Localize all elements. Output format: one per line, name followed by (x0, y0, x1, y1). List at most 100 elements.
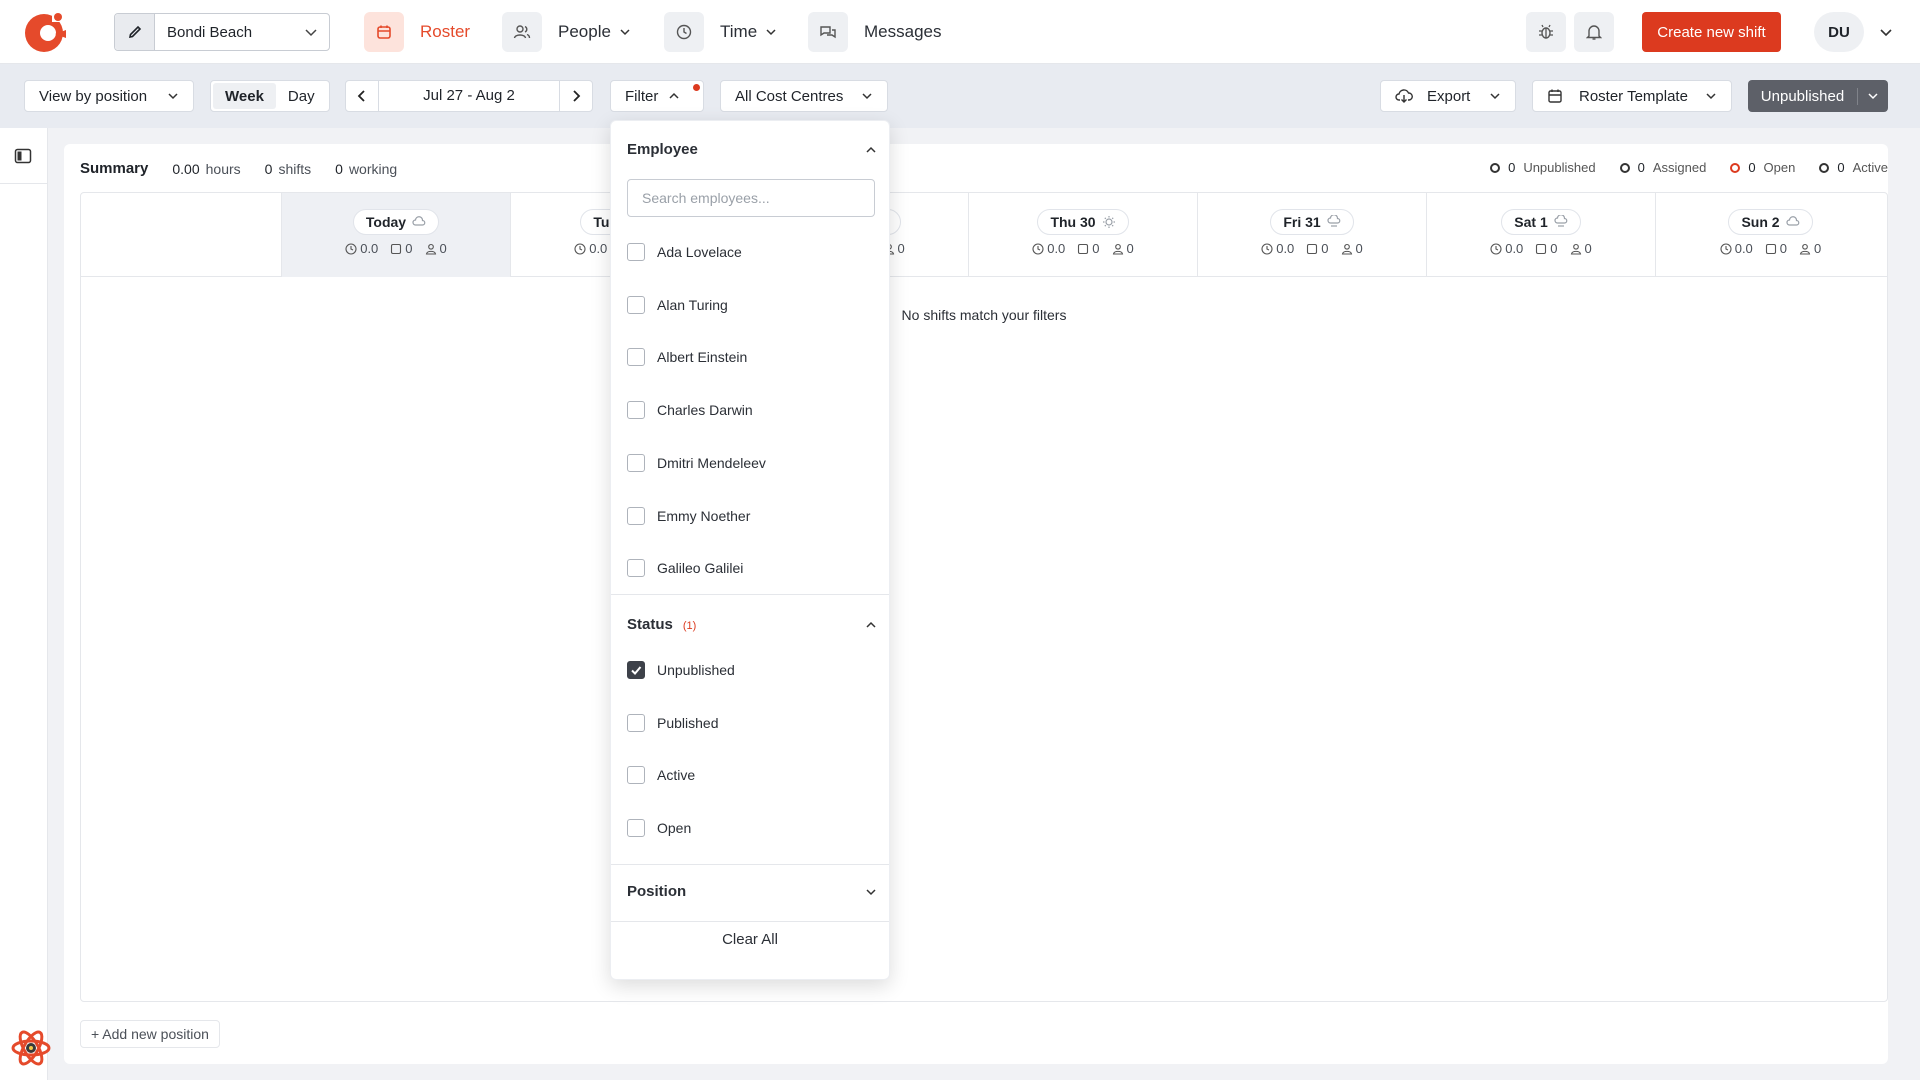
day-column-header[interactable]: Today 0.0 0 0 (281, 193, 510, 277)
react-devtools-icon[interactable] (10, 1027, 52, 1069)
status-section-header[interactable]: Status (1) (627, 616, 877, 633)
checkbox[interactable] (627, 559, 645, 578)
day-people: 0 (1799, 241, 1821, 256)
checkbox[interactable] (627, 453, 645, 472)
day-people-value: 0 (897, 241, 905, 256)
day-label-pill[interactable]: Sat 1 (1501, 209, 1581, 235)
checkbox[interactable] (627, 713, 645, 732)
checkbox-checked[interactable] (627, 661, 645, 679)
checkbox[interactable] (627, 295, 645, 314)
export-button[interactable]: Export (1380, 80, 1516, 112)
divider (611, 594, 889, 595)
summary-shifts-value: 0 (264, 160, 273, 177)
cost-centre-select[interactable]: All Cost Centres (720, 80, 888, 112)
chevron-down-icon[interactable] (1878, 24, 1894, 40)
day-label-pill[interactable]: Sun 2 (1728, 209, 1813, 235)
divider (0, 183, 48, 184)
bug-report-button[interactable] (1526, 12, 1566, 52)
status-option[interactable]: Unpublished (627, 661, 735, 679)
clock-icon (1032, 242, 1044, 255)
day-column-header[interactable]: Fri 31 0.0 0 0 (1197, 193, 1426, 277)
location-select[interactable]: Bondi Beach (114, 13, 330, 51)
tab-week[interactable]: Week (213, 83, 276, 109)
checkbox[interactable] (627, 766, 645, 784)
roster-template-label: Roster Template (1579, 87, 1688, 105)
date-range[interactable]: Jul 27 - Aug 2 (378, 81, 560, 111)
summary-bar: Summary 0.00 hours 0 shifts 0 working (80, 160, 421, 177)
employee-option[interactable]: Charles Darwin (627, 401, 753, 420)
pencil-icon[interactable] (115, 14, 155, 50)
day-people-value: 0 (1126, 241, 1134, 256)
people-icon (502, 12, 542, 52)
checkbox[interactable] (627, 348, 645, 367)
position-section-header[interactable]: Position (627, 883, 877, 900)
clock-icon (1490, 242, 1502, 255)
nav-roster[interactable]: Roster (364, 12, 470, 52)
next-week-button[interactable] (560, 81, 592, 111)
divider (611, 921, 889, 922)
chevron-down-icon (1868, 93, 1878, 100)
nav-messages[interactable]: Messages (808, 12, 941, 52)
checkbox[interactable] (627, 401, 645, 420)
day-column-header[interactable]: Thu 30 0.0 0 0 (968, 193, 1197, 277)
day-column-header[interactable]: Sat 1 0.0 0 0 (1426, 193, 1655, 277)
summary-working-label: working (348, 160, 398, 177)
day-stats: 0.0 0 0 (1714, 241, 1828, 256)
nav-people-label: People (558, 22, 611, 41)
employee-option[interactable]: Dmitri Mendeleev (627, 453, 766, 472)
employee-option[interactable]: Galileo Galilei (627, 559, 743, 578)
nav-time[interactable]: Time (664, 12, 777, 52)
add-position-button[interactable]: + Add new position (80, 1020, 220, 1048)
checkbox[interactable] (627, 243, 645, 261)
chevron-down-icon (168, 93, 178, 100)
status-dot (1730, 162, 1741, 173)
status-option[interactable]: Active (627, 766, 695, 784)
shift-icon (391, 243, 402, 254)
employee-option[interactable]: Emmy Noether (627, 506, 750, 525)
employee-option[interactable]: Ada Lovelace (627, 243, 742, 261)
publish-options-button[interactable] (1858, 90, 1888, 102)
prev-week-button[interactable] (346, 81, 378, 111)
avatar[interactable]: DU (1814, 12, 1864, 52)
day-people: 0 (1341, 241, 1363, 256)
status-option[interactable]: Published (627, 713, 719, 732)
employee-option[interactable]: Alan Turing (627, 295, 728, 314)
employee-option[interactable]: Albert Einstein (627, 348, 747, 367)
legend-open: 0 Open (1730, 160, 1795, 175)
day-people-value: 0 (439, 241, 447, 256)
day-hours-value: 0.0 (1505, 241, 1524, 256)
filter-button[interactable]: Filter (610, 80, 704, 112)
employee-section-header[interactable]: Employee (627, 141, 877, 158)
employee-search-input[interactable]: Search employees... (627, 179, 875, 217)
nav-people[interactable]: People (502, 12, 631, 52)
roster-template-button[interactable]: Roster Template (1532, 80, 1732, 112)
day-hours: 0.0 (1490, 241, 1523, 256)
clock-icon (574, 242, 586, 255)
tab-day[interactable]: Day (276, 83, 327, 109)
notifications-button[interactable] (1574, 12, 1614, 52)
status-option[interactable]: Open (627, 818, 691, 837)
create-shift-button[interactable]: Create new shift (1642, 12, 1781, 52)
day-column-header[interactable]: Sun 2 0.0 0 0 (1655, 193, 1885, 277)
publish-state-label[interactable]: Unpublished (1748, 87, 1858, 105)
roster-panel: Summary 0.00 hours 0 shifts 0 working 0 Unpu… (64, 144, 1888, 1064)
sidebar-toggle-icon[interactable] (14, 148, 32, 164)
day-people: 0 (425, 241, 447, 256)
checkbox[interactable] (627, 506, 645, 525)
sun-icon (1102, 216, 1115, 228)
nav-roster-label: Roster (420, 22, 471, 41)
view-by-select[interactable]: View by position (24, 80, 194, 112)
person-icon (1341, 243, 1352, 255)
legend-label: Active (1852, 160, 1888, 175)
cloud-icon (1785, 216, 1799, 226)
checkbox[interactable] (627, 818, 645, 837)
day-label-pill[interactable]: Thu 30 (1037, 209, 1129, 235)
day-label-pill[interactable]: Today (352, 209, 440, 235)
app-logo[interactable] (22, 8, 68, 56)
clear-all-button[interactable]: Clear All (611, 931, 889, 948)
status-dot (1819, 162, 1830, 173)
day-stats: 0.0 0 0 (1255, 241, 1369, 256)
day-label-pill[interactable]: Fri 31 (1270, 209, 1354, 235)
rain-icon (1554, 215, 1568, 227)
bug-icon (1539, 24, 1553, 39)
